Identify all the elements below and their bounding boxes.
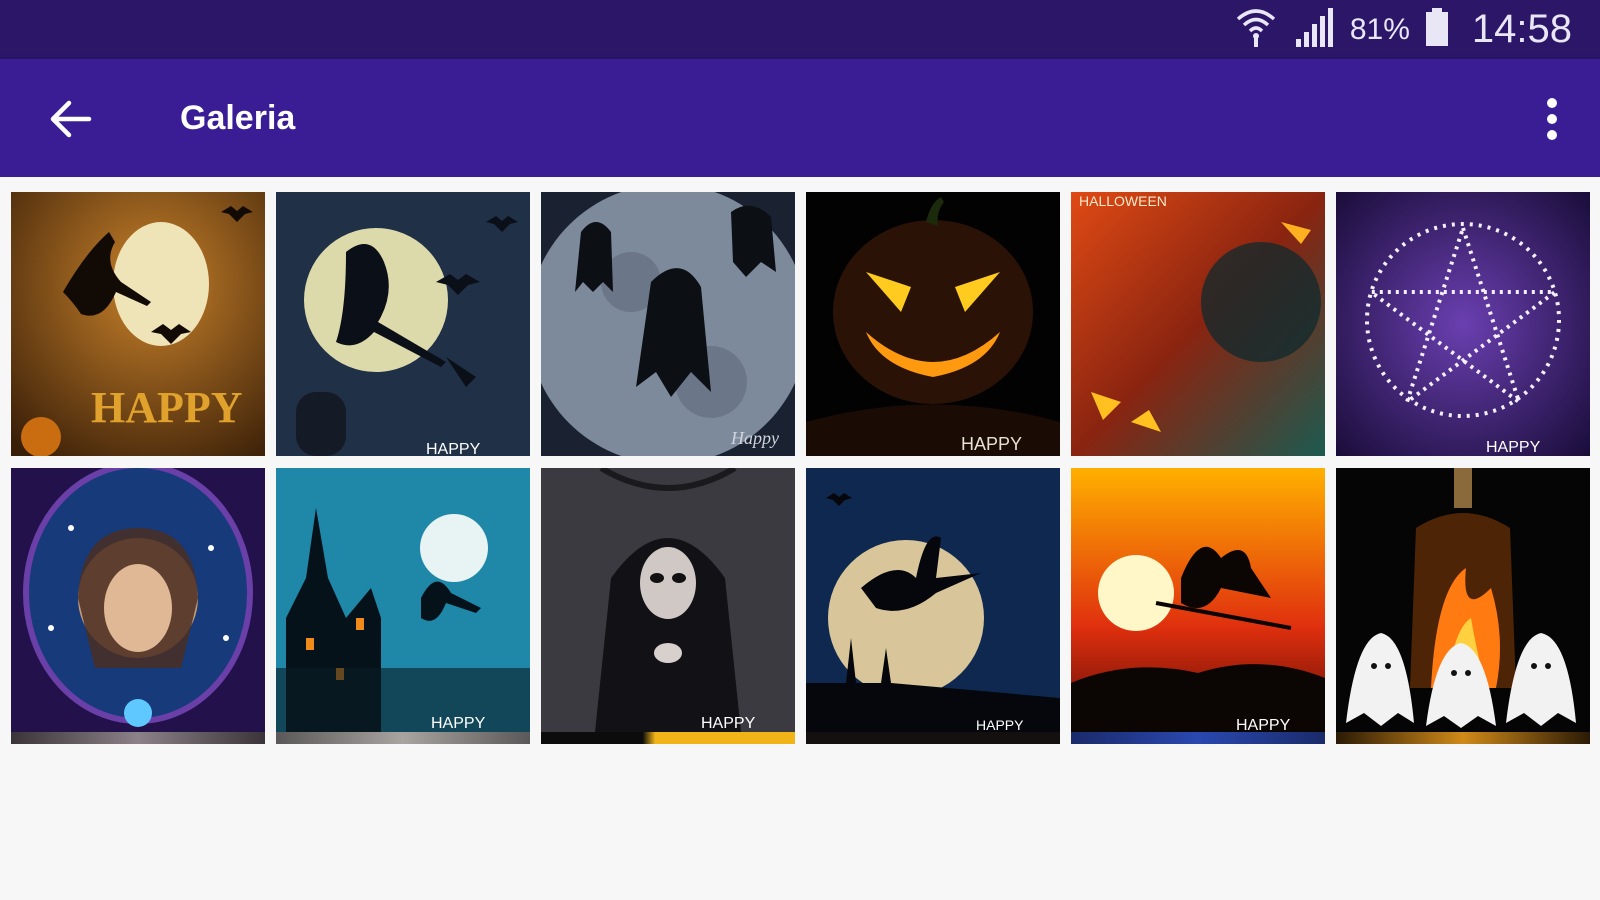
gallery-item-partial[interactable] (276, 732, 530, 744)
halloween-image: HAPPY (1071, 468, 1325, 732)
svg-text:HAPPY: HAPPY (976, 717, 1024, 732)
arrow-left-icon (50, 100, 92, 138)
halloween-image: HAPPY (541, 468, 795, 732)
more-vert-icon (1547, 98, 1557, 140)
gallery-item-gothic-lady-candle[interactable]: HAPPY (541, 468, 795, 732)
svg-text:HAPPY: HAPPY (701, 715, 756, 732)
more-options-button[interactable] (1532, 89, 1572, 149)
gallery-grid: HAPPY HAPPY Happy HAPPY HALLOWEEN HAPPY … (0, 177, 1600, 900)
gallery-item-fire-pumpkins-halloween[interactable]: HALLOWEEN (1071, 192, 1325, 456)
gallery-item-partial[interactable] (541, 732, 795, 744)
svg-text:HAPPY: HAPPY (1236, 717, 1291, 732)
svg-text:HAPPY: HAPPY (91, 383, 243, 432)
svg-text:HAPPY: HAPPY (426, 441, 481, 456)
wifi-icon (1234, 5, 1278, 54)
halloween-image: HAPPY (276, 192, 530, 456)
halloween-image (1336, 468, 1590, 732)
app-bar: Galeria (0, 59, 1600, 177)
status-bar: 81% 14:58 (0, 0, 1600, 59)
gallery-item-witch-broom-moon-bats[interactable]: HAPPY (276, 192, 530, 456)
gallery-item-jack-o-lantern[interactable]: HAPPY (806, 192, 1060, 456)
halloween-image: HAPPY (806, 192, 1060, 456)
halloween-image (11, 468, 265, 732)
halloween-image: HAPPY (276, 468, 530, 732)
svg-text:HALLOWEEN: HALLOWEEN (1079, 193, 1167, 209)
gallery-item-witch-moon-night-city[interactable]: HAPPY (806, 468, 1060, 732)
svg-text:HAPPY: HAPPY (1486, 439, 1541, 456)
gallery-item-witch-crystal-ball-portrait[interactable] (11, 468, 265, 732)
svg-text:HAPPY: HAPPY (961, 434, 1022, 454)
gallery-item-witch-sunset-flight[interactable]: HAPPY (1071, 468, 1325, 732)
svg-text:Happy: Happy (730, 428, 779, 448)
halloween-image: HAPPY (806, 468, 1060, 732)
status-icons: 81% 14:58 (1234, 0, 1572, 59)
svg-text:HAPPY: HAPPY (431, 715, 486, 732)
halloween-image: HALLOWEEN (1071, 192, 1325, 456)
gallery-item-witch-moon-happy-halloween[interactable]: HAPPY (11, 192, 265, 456)
gallery-item-sparkle-pentagram[interactable]: HAPPY (1336, 192, 1590, 456)
gallery-item-partial[interactable] (1071, 732, 1325, 744)
gallery-item-partial[interactable] (11, 732, 265, 744)
clock: 14:58 (1471, 7, 1572, 51)
gallery-item-haunted-house-witch-moon[interactable]: HAPPY (276, 468, 530, 732)
halloween-image: HAPPY (11, 192, 265, 456)
signal-icon (1292, 5, 1336, 54)
gallery-item-partial[interactable] (806, 732, 1060, 744)
gallery-item-partial[interactable] (1336, 732, 1590, 744)
page-title: Galeria (180, 98, 296, 137)
halloween-image: HAPPY (1336, 192, 1590, 456)
battery-percent: 81% (1349, 12, 1410, 46)
battery-icon (1424, 7, 1450, 52)
gallery-row-partial (11, 732, 1590, 744)
gallery-item-ghosts-fire-lantern[interactable] (1336, 468, 1590, 732)
back-button[interactable] (38, 89, 104, 149)
halloween-image: Happy (541, 192, 795, 456)
gallery-item-ghosts-moon-silhouette[interactable]: Happy (541, 192, 795, 456)
